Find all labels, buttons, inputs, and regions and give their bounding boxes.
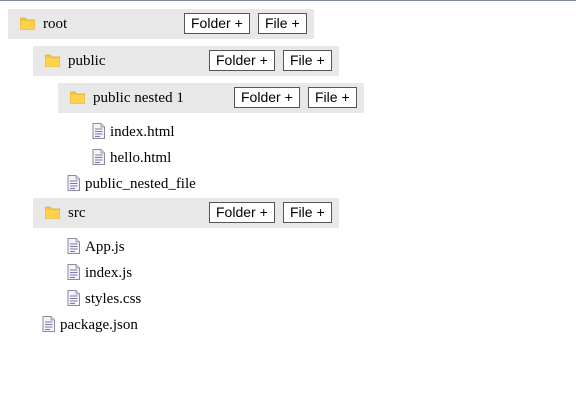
file-name: index.html (110, 124, 175, 140)
file-name: package.json (60, 317, 138, 333)
top-divider (0, 0, 576, 1)
folder-row-public[interactable]: public Folder + File + (33, 46, 339, 76)
add-folder-button[interactable]: Folder + (234, 87, 300, 108)
folder-icon (45, 54, 60, 67)
file-name: index.js (85, 265, 133, 281)
folder-row-src[interactable]: src Folder + File + (33, 198, 339, 228)
add-folder-button[interactable]: Folder + (209, 50, 275, 71)
file-icon (67, 238, 80, 254)
folder-name-src: src (68, 205, 86, 221)
file-icon (92, 149, 105, 165)
add-folder-button[interactable]: Folder + (209, 202, 275, 223)
folder-icon (45, 206, 60, 219)
file-name: public_nested_file (85, 176, 196, 192)
file-name: App.js (85, 239, 125, 255)
file-icon (67, 290, 80, 306)
file-icon (67, 264, 80, 280)
folder-icon (70, 91, 85, 104)
add-folder-button[interactable]: Folder + (184, 13, 250, 34)
add-file-button[interactable]: File + (283, 202, 332, 223)
file-name: styles.css (85, 291, 142, 307)
folder-name-public-nested-1: public nested 1 (93, 90, 184, 106)
folder-name-public: public (68, 53, 106, 69)
file-icon (92, 123, 105, 139)
add-file-button[interactable]: File + (258, 13, 307, 34)
file-icon (67, 175, 80, 191)
file-icon (42, 316, 55, 332)
add-file-button[interactable]: File + (283, 50, 332, 71)
folder-row-public-nested-1[interactable]: public nested 1 Folder + File + (58, 83, 364, 113)
add-file-button[interactable]: File + (308, 87, 357, 108)
folder-row-root[interactable]: root Folder + File + (8, 9, 314, 39)
folder-icon (20, 17, 35, 30)
file-name: hello.html (110, 150, 172, 166)
folder-name-root: root (43, 16, 68, 32)
